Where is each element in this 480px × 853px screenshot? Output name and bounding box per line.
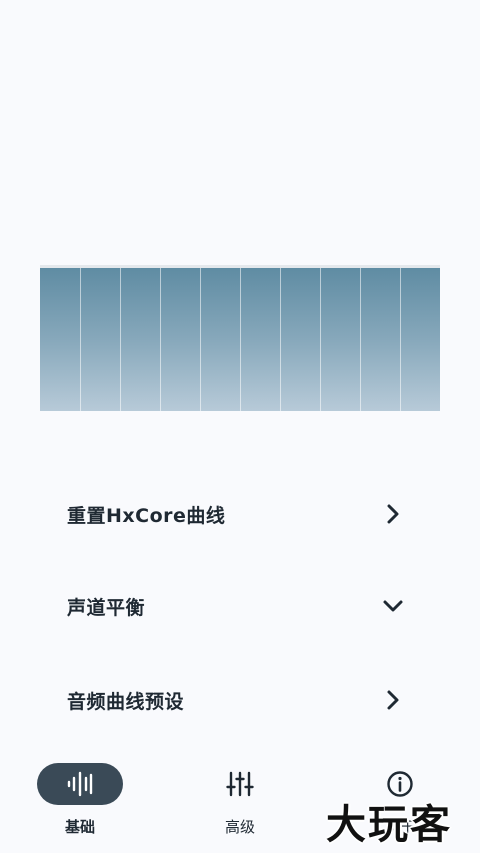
eq-curve-graph[interactable]: [40, 265, 440, 411]
watermark-logo: 大玩客: [326, 802, 452, 848]
nav-label-advanced: 高级: [224, 818, 255, 836]
eq-band-divider: [240, 268, 241, 411]
chevron-right-icon: [387, 504, 399, 524]
sliders-icon: [226, 771, 254, 797]
reset-hxcore-curve-label: 重置HxCore曲线: [67, 504, 226, 527]
eq-band-divider: [200, 268, 201, 411]
eq-band-divider: [160, 268, 161, 411]
audio-curve-presets-label: 音频曲线预设: [67, 690, 185, 713]
eq-band-divider: [280, 268, 281, 411]
eq-band-divider: [80, 268, 81, 411]
channel-balance-label: 声道平衡: [67, 596, 146, 619]
eq-band-divider: [120, 268, 121, 411]
nav-tab-advanced[interactable]: 高级: [160, 752, 320, 853]
chevron-down-icon: [383, 600, 403, 612]
reset-hxcore-curve-row[interactable]: 重置HxCore曲线: [0, 482, 480, 546]
channel-balance-row[interactable]: 声道平衡: [0, 574, 480, 638]
nav-label-basic: 基础: [64, 818, 95, 836]
audio-curve-presets-row[interactable]: 音频曲线预设: [0, 668, 480, 732]
eq-band-divider: [320, 268, 321, 411]
waveform-icon: [67, 771, 93, 797]
nav-tab-basic[interactable]: 基础: [0, 752, 160, 853]
chevron-right-icon: [387, 690, 399, 710]
eq-band-divider: [400, 268, 401, 411]
eq-band-divider: [360, 268, 361, 411]
